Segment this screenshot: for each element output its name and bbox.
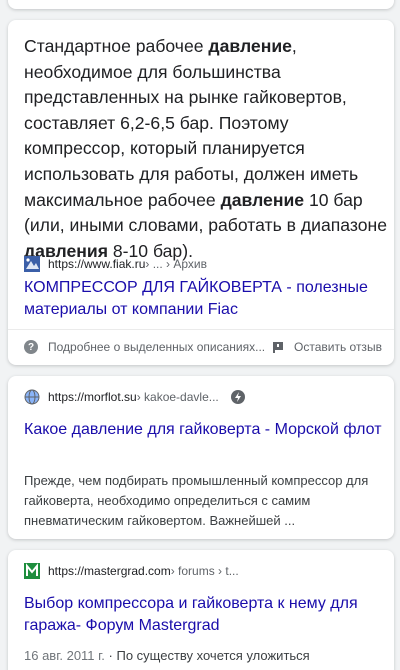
featured-footer: ? Подробнее о выделенных описаниях... Ос…	[8, 329, 394, 365]
featured-source[interactable]: https://www.fiak.ru › ... › Архив	[24, 256, 207, 272]
snippet-text: , необходимое для большинства представле…	[24, 36, 359, 210]
help-icon: ?	[24, 340, 38, 354]
globe-icon	[24, 389, 40, 405]
featured-result-title[interactable]: КОМПРЕССОР ДЛЯ ГАЙКОВЕРТА - полезные мат…	[24, 277, 384, 321]
previous-result-card	[8, 0, 394, 9]
result-description: Прежде, чем подбирать промышленный компр…	[24, 473, 369, 528]
fiak-favicon-icon	[24, 256, 40, 272]
featured-source-path: › ... › Архив	[145, 257, 207, 271]
snippet-highlight: давление	[220, 189, 305, 210]
mastergrad-logo-icon	[24, 563, 40, 579]
about-featured-snippets-label: Подробнее о выделенных описаниях...	[48, 340, 266, 354]
feedback-link[interactable]: Оставить отзыв	[272, 340, 382, 354]
result-snippet: · По существу хочется уложиться	[104, 648, 310, 663]
result-source[interactable]: https://morflot.su › kakoe-davle...	[24, 389, 245, 405]
result-title[interactable]: Выбор компрессора и гайковерта к нему дл…	[24, 593, 384, 637]
feedback-flag-icon	[272, 341, 284, 353]
result-url: https://morflot.su	[48, 390, 137, 404]
featured-source-url: https://www.fiak.ru	[48, 257, 146, 271]
snippet-highlight: давление	[208, 36, 292, 56]
featured-snippet-card: Стандартное рабочее давление, необходимо…	[8, 20, 394, 365]
snippet-text: Стандартное рабочее	[24, 36, 209, 56]
about-featured-snippets-link[interactable]: ? Подробнее о выделенных описаниях...	[24, 340, 265, 354]
search-result-card: https://mastergrad.com › forums › t... В…	[8, 550, 394, 670]
result-path: › kakoe-davle...	[136, 390, 219, 404]
result-source[interactable]: https://mastergrad.com › forums › t...	[24, 563, 239, 579]
result-description: 16 авг. 2011 г. · По существу хочется ул…	[24, 646, 386, 666]
amp-lightning-icon	[230, 390, 245, 404]
search-result-card: https://morflot.su › kakoe-davle... Како…	[8, 376, 394, 539]
result-date: 16 авг. 2011 г.	[24, 648, 105, 663]
result-path: › forums › t...	[170, 564, 239, 578]
result-title[interactable]: Какое давление для гайковерта - Морской …	[24, 419, 384, 441]
featured-snippet-text: Стандартное рабочее давление, необходимо…	[24, 34, 388, 264]
result-url: https://mastergrad.com	[48, 564, 171, 578]
feedback-label: Оставить отзыв	[294, 340, 382, 354]
